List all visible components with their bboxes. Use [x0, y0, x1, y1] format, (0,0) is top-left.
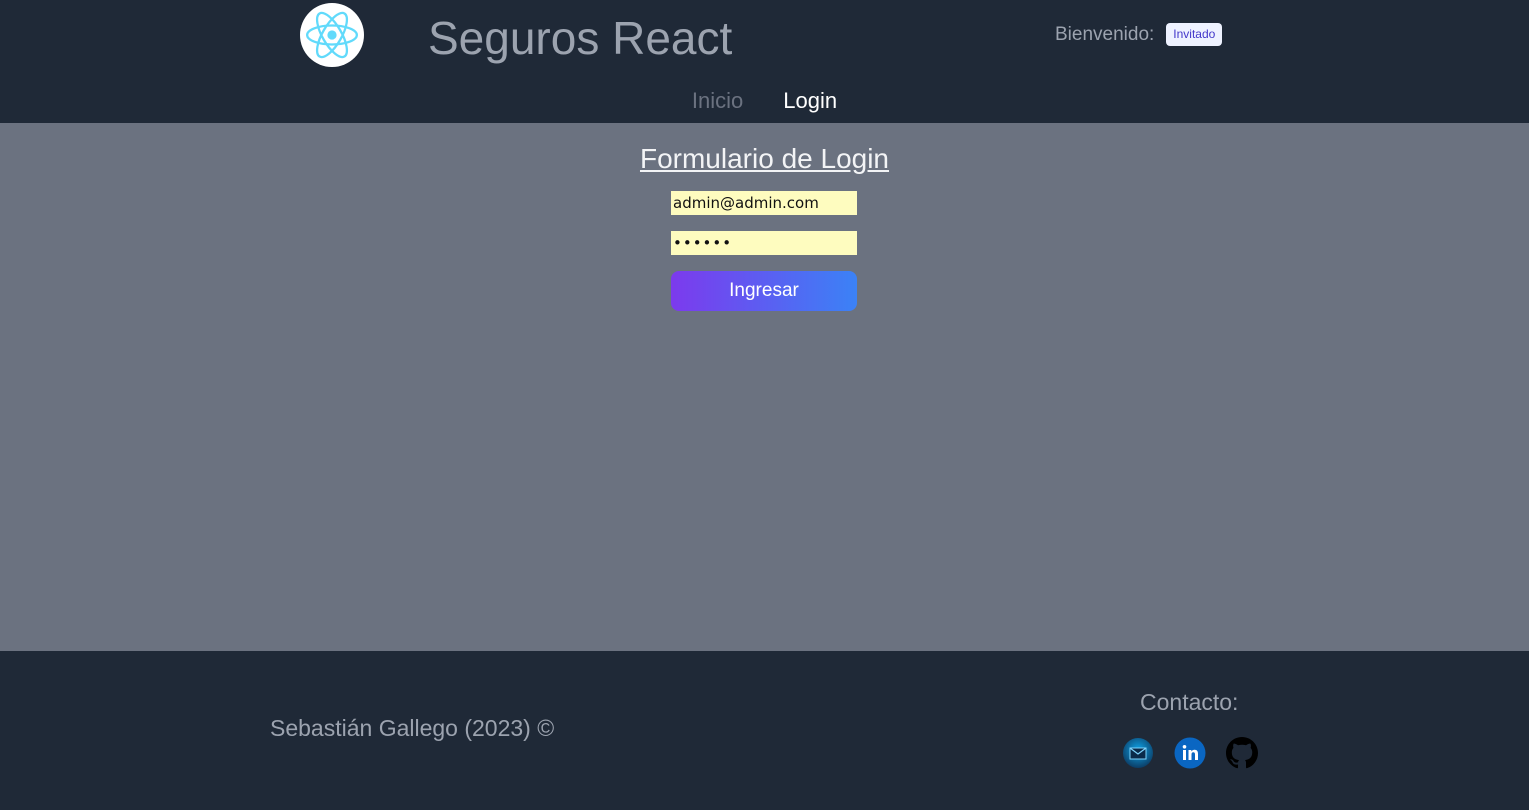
app-title: Seguros React [428, 12, 733, 64]
github-link[interactable] [1226, 737, 1258, 769]
site-footer: Sebastián Gallego (2023) © Contacto: [0, 651, 1529, 810]
nav-link-login[interactable]: Login [783, 86, 837, 116]
react-icon [306, 11, 358, 59]
contact-label: Contacto: [1140, 689, 1239, 715]
nav-link-inicio[interactable]: Inicio [692, 86, 743, 116]
main-nav: Inicio Login [0, 86, 1529, 116]
welcome-label: Bienvenido: [1055, 23, 1155, 45]
mail-link[interactable] [1122, 737, 1154, 769]
user-badge: Invitado [1166, 23, 1223, 46]
login-submit-button[interactable]: Ingresar [671, 271, 857, 311]
github-icon [1226, 737, 1258, 769]
main-content: Formulario de Login Ingresar [0, 123, 1529, 651]
linkedin-icon [1174, 737, 1206, 769]
mail-icon [1123, 738, 1153, 768]
react-logo[interactable] [300, 3, 364, 67]
password-field[interactable] [671, 231, 857, 255]
site-header: Seguros React Bienvenido: Invitado Inici… [0, 0, 1529, 123]
linkedin-link[interactable] [1174, 737, 1206, 769]
email-field[interactable] [671, 191, 857, 215]
copyright-text: Sebastián Gallego (2023) © [270, 715, 555, 741]
login-form-title: Formulario de Login [639, 143, 890, 174]
welcome-area: Bienvenido: Invitado [1055, 23, 1223, 46]
